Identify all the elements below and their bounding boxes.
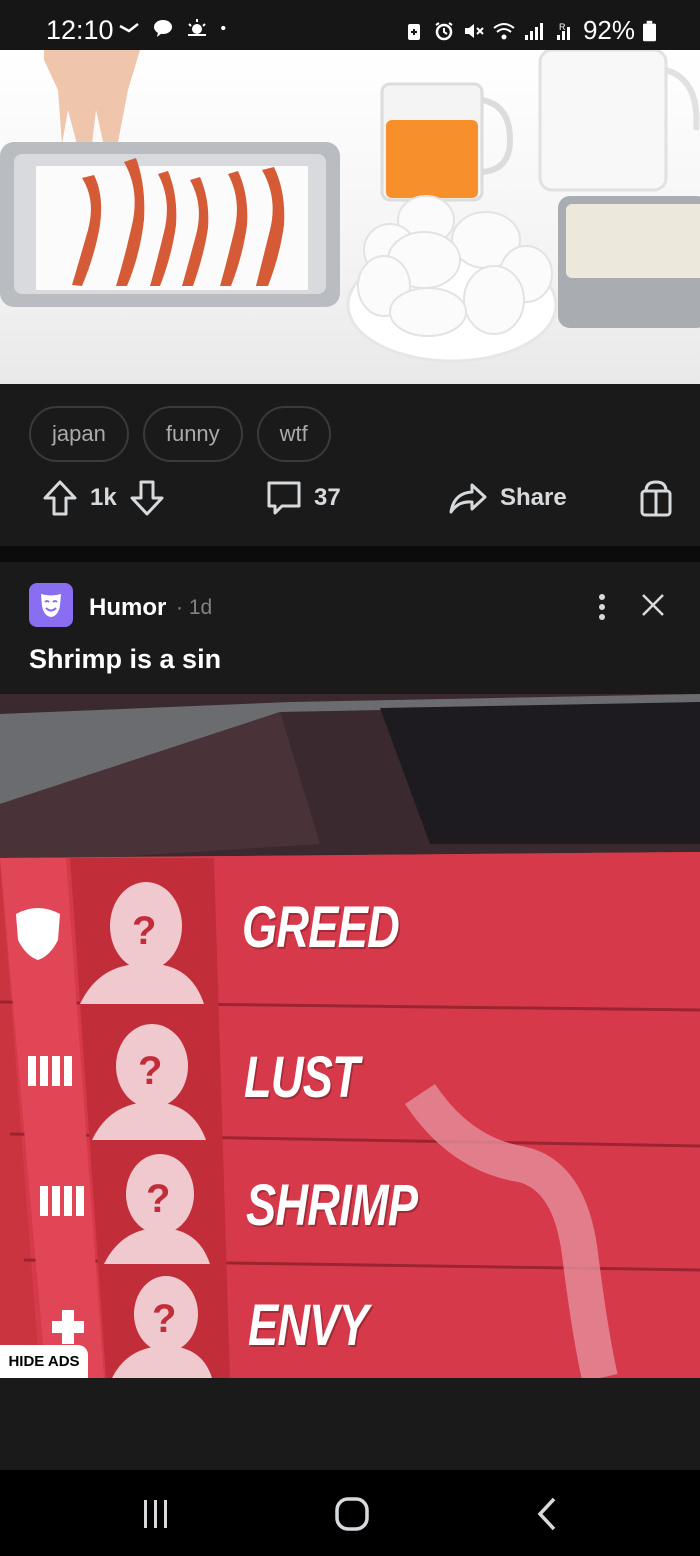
tag-japan[interactable]: japan (29, 406, 129, 462)
mute-icon (464, 23, 484, 38)
share-button[interactable]: Share (448, 479, 567, 517)
more-options-icon[interactable] (590, 592, 614, 622)
post-image-meme[interactable]: ???? GREED LUST SHRIMP ENVY (0, 694, 700, 1378)
comedy-mask-icon (41, 594, 61, 617)
close-icon[interactable] (640, 592, 666, 618)
svg-text:?: ? (146, 1177, 170, 1221)
meme-row-envy: ENVY (248, 1293, 369, 1358)
vote-group: 1k (42, 479, 165, 517)
tag-list: japan funny wtf (29, 406, 331, 462)
svg-text:?: ? (152, 1297, 176, 1341)
upvote-count: 1k (90, 484, 117, 511)
svg-text:R: R (559, 22, 566, 32)
home-icon[interactable] (334, 1496, 370, 1532)
status-bar: 12:10 R 92% (0, 0, 700, 50)
weather-icon (188, 19, 206, 36)
meme-row-shrimp: SHRIMP (246, 1173, 418, 1238)
svg-text:?: ? (138, 1049, 162, 1093)
upvote-icon[interactable] (42, 479, 78, 517)
missed-call-icon (119, 23, 139, 33)
tag-wtf[interactable]: wtf (256, 406, 331, 462)
battery-icon (643, 20, 656, 41)
dot-icon (221, 25, 226, 31)
meme-illustration: ???? (0, 694, 700, 1378)
recent-apps-icon[interactable] (140, 1498, 172, 1530)
post-footer: japan funny wtf 1k 37 Share (0, 384, 700, 546)
award-icon[interactable] (638, 479, 674, 519)
subreddit-icon[interactable] (29, 583, 73, 627)
battery-saver-icon (407, 23, 420, 40)
ad-placeholder (0, 1378, 700, 1470)
signal-icon (524, 22, 543, 40)
ingredients-illustration (0, 50, 700, 363)
alarm-icon (435, 21, 453, 40)
wifi-icon (493, 22, 515, 39)
system-nav-bar (0, 1470, 700, 1556)
share-icon (449, 483, 487, 514)
post-actions: 1k 37 Share (0, 479, 700, 535)
post-divider (0, 546, 700, 562)
comment-count: 37 (314, 484, 341, 511)
post-age: · 1d (176, 596, 213, 619)
comments-button[interactable]: 37 (266, 479, 341, 517)
share-label: Share (500, 484, 567, 511)
post-image-ingredients[interactable] (0, 50, 700, 384)
battery-percent: 92% (582, 15, 635, 45)
back-icon[interactable] (534, 1496, 562, 1532)
downvote-icon[interactable] (129, 479, 165, 517)
svg-text:?: ? (132, 909, 156, 953)
post-header: Humor · 1d Shrimp is a sin (0, 562, 700, 694)
post-age-value: 1d (188, 596, 213, 619)
chat-icon (154, 20, 172, 37)
roaming-signal-icon: R (556, 22, 570, 40)
meme-row-lust: LUST (244, 1045, 360, 1110)
tag-funny[interactable]: funny (142, 406, 243, 462)
hide-ads-button[interactable]: HIDE ADS (0, 1345, 88, 1378)
post-title[interactable]: Shrimp is a sin (29, 644, 221, 675)
status-time: 12:10 (46, 15, 114, 45)
subreddit-name[interactable]: Humor (89, 594, 166, 622)
meme-row-greed: GREED (242, 895, 400, 960)
comment-icon (267, 481, 301, 515)
